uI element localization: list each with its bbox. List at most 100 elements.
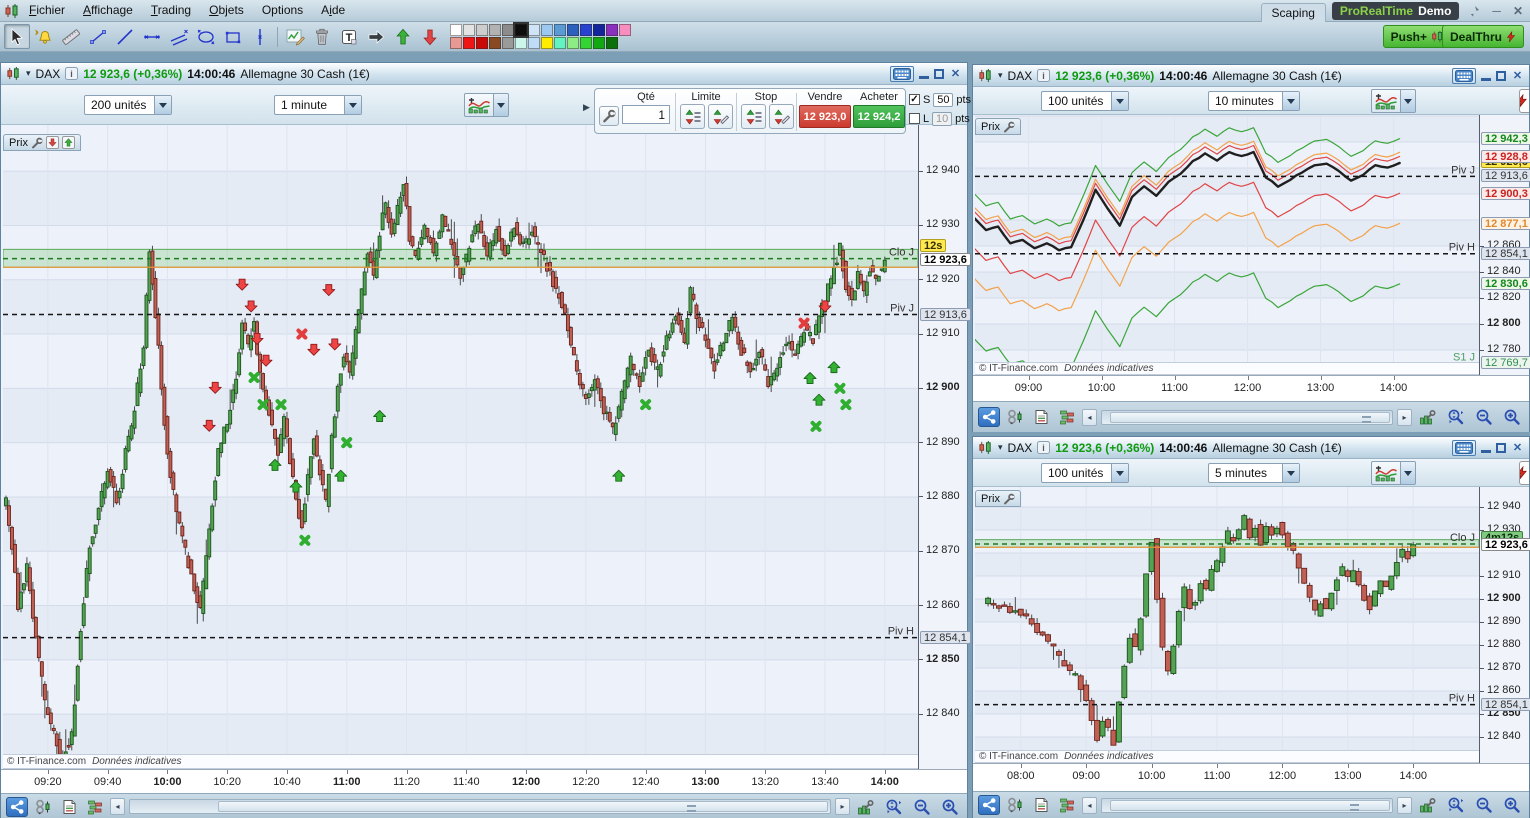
linked-instrument-icon[interactable] xyxy=(1004,795,1026,815)
scroll-left-button[interactable]: ◂ xyxy=(1082,408,1097,426)
buy-stop-order-button[interactable] xyxy=(741,104,766,129)
menu-item-objets[interactable]: Objets xyxy=(200,3,253,17)
maximize-button[interactable] xyxy=(1496,442,1506,453)
color-swatch[interactable] xyxy=(528,37,540,49)
sell-arrow-mini-button[interactable] xyxy=(45,136,59,149)
arrow-right-tool-button[interactable] xyxy=(363,24,389,49)
news-icon[interactable] xyxy=(58,797,80,817)
order-book-icon[interactable] xyxy=(1056,795,1078,815)
price-pane-tab[interactable]: Prix xyxy=(3,134,81,151)
sell-stop-order-button[interactable] xyxy=(769,104,794,129)
sell-limit-order-button[interactable] xyxy=(708,104,733,129)
line-plot-10min[interactable]: Piv J Piv H S1 J xyxy=(975,115,1479,362)
dropdown-arrow-icon[interactable] xyxy=(344,96,361,114)
color-swatch[interactable] xyxy=(619,24,631,36)
info-icon[interactable] xyxy=(1037,441,1050,454)
titlebar[interactable]: ▾ DAX 12 923,6 (+0,36%) 14:00:46 Allemag… xyxy=(973,437,1529,459)
zoom-out-icon[interactable] xyxy=(1472,795,1496,815)
units-dropdown[interactable]: 200 unités xyxy=(84,95,172,115)
sell-market-button[interactable]: 12 923,0 xyxy=(799,105,851,128)
color-swatch[interactable] xyxy=(502,37,514,49)
linked-instrument-icon[interactable] xyxy=(1004,407,1026,427)
zoom-in-icon[interactable] xyxy=(1500,795,1524,815)
units-dropdown[interactable]: 100 unités xyxy=(1041,91,1129,111)
color-swatch[interactable] xyxy=(489,24,501,36)
text-tool-button[interactable] xyxy=(336,24,362,49)
scroll-right-button[interactable]: ▸ xyxy=(1397,796,1412,814)
info-icon[interactable] xyxy=(65,67,78,80)
chart-settings-icon[interactable] xyxy=(1416,407,1440,427)
titlebar[interactable]: ▾ DAX 12 923,6 (+0,36%) 14:00:46 Allemag… xyxy=(973,65,1529,87)
units-dropdown[interactable]: 100 unités xyxy=(1041,463,1129,483)
price-pane-tab[interactable]: Prix xyxy=(975,118,1021,135)
color-swatch[interactable] xyxy=(567,37,579,49)
chart-settings-icon[interactable] xyxy=(854,797,878,817)
arrow-down-tool-button[interactable] xyxy=(417,24,443,49)
color-swatch[interactable] xyxy=(528,24,540,36)
dealthru-edge-button[interactable] xyxy=(1519,89,1529,113)
channel-tool-button[interactable] xyxy=(166,24,192,49)
pane-settings-wrench-icon[interactable] xyxy=(1003,121,1015,133)
maximize-button[interactable] xyxy=(934,68,944,79)
color-swatch[interactable] xyxy=(450,24,462,36)
app-close-icon[interactable]: ✕ xyxy=(1510,4,1526,18)
menu-item-fichier[interactable]: Fichier xyxy=(20,3,74,17)
time-scrollbar[interactable] xyxy=(129,799,831,814)
scroll-left-button[interactable]: ◂ xyxy=(1082,796,1097,814)
time-axis[interactable]: 09:20 09:40 10:00 10:20 10:40 11:00 11:20 11:40… xyxy=(1,769,967,793)
color-swatch[interactable] xyxy=(463,24,475,36)
stop-l-value-input[interactable]: 10 xyxy=(932,111,953,126)
color-swatch[interactable] xyxy=(476,37,488,49)
buy-limit-order-button[interactable] xyxy=(680,104,705,129)
stop-checkbox-checked[interactable]: ✓ xyxy=(909,94,920,105)
app-minimize-icon[interactable]: ─ xyxy=(1489,4,1504,18)
keyboard-icon[interactable] xyxy=(1452,439,1476,456)
line-tool-button[interactable] xyxy=(112,24,138,49)
scroll-right-button[interactable]: ▸ xyxy=(835,798,850,815)
vertical-line-tool-button[interactable] xyxy=(247,24,273,49)
share-icon[interactable] xyxy=(978,407,1000,427)
titlebar[interactable]: ▾ DAX 12 923,6 (+0,36%) 14:00:46 Allemag… xyxy=(1,63,967,85)
symbol-dropdown-caret[interactable]: ▾ xyxy=(26,68,31,79)
zoom-fit-icon[interactable] xyxy=(1444,407,1468,427)
dropdown-arrow-icon[interactable] xyxy=(1111,92,1128,110)
zoom-in-icon[interactable] xyxy=(1500,407,1524,427)
menu-item-trading[interactable]: Trading xyxy=(142,3,200,17)
buy-market-button[interactable]: 12 924,2 xyxy=(853,105,905,128)
limit-checkbox-unchecked[interactable] xyxy=(909,113,920,124)
minimize-button[interactable] xyxy=(1481,443,1491,453)
minimize-button[interactable] xyxy=(919,69,929,79)
color-swatch[interactable] xyxy=(593,24,605,36)
timeframe-dropdown[interactable]: 5 minutes xyxy=(1208,463,1300,483)
edit-chart-tool-button[interactable] xyxy=(282,24,308,49)
scrollbar-handle[interactable] xyxy=(1110,411,1390,423)
time-scrollbar[interactable] xyxy=(1101,797,1393,813)
color-swatch[interactable] xyxy=(580,37,592,49)
time-scrollbar[interactable] xyxy=(1101,409,1393,425)
color-swatch[interactable] xyxy=(502,24,514,36)
horizontal-line-tool-button[interactable] xyxy=(139,24,165,49)
keyboard-icon[interactable] xyxy=(890,65,914,82)
color-swatch[interactable] xyxy=(541,37,553,49)
scroll-left-button[interactable]: ◂ xyxy=(110,798,125,815)
time-axis[interactable]: 08:00 09:00 10:00 11:00 12:00 13:00 14:00 xyxy=(973,763,1529,791)
cursor-tool-button[interactable] xyxy=(4,24,30,49)
dropdown-arrow-icon[interactable] xyxy=(1282,464,1299,482)
news-icon[interactable] xyxy=(1030,795,1052,815)
candlestick-plot-5min[interactable]: Clo J Piv H xyxy=(975,487,1479,750)
timeframe-dropdown[interactable]: 1 minute xyxy=(274,95,362,115)
candlestick-plot-1min[interactable]: Clo J Piv J Piv H xyxy=(3,125,918,754)
quantity-input[interactable]: 1 xyxy=(622,105,670,124)
chart-settings-icon[interactable] xyxy=(1416,795,1440,815)
symbol-dropdown-caret[interactable]: ▾ xyxy=(998,442,1003,453)
color-swatch[interactable] xyxy=(476,24,488,36)
ruler-tool-button[interactable] xyxy=(58,24,84,49)
dropdown-arrow-icon[interactable] xyxy=(154,96,171,114)
zoom-in-icon[interactable] xyxy=(938,797,962,817)
color-swatch[interactable] xyxy=(580,24,592,36)
close-button[interactable]: ✕ xyxy=(1511,441,1524,454)
zoom-out-icon[interactable] xyxy=(910,797,934,817)
delete-tool-button[interactable] xyxy=(309,24,335,49)
share-icon[interactable] xyxy=(978,795,1000,815)
close-button[interactable]: ✕ xyxy=(1511,69,1524,82)
